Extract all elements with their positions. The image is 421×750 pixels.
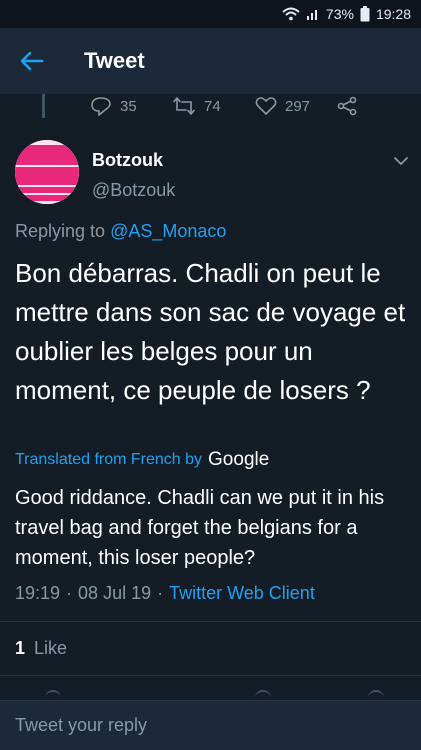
- google-logo: Google: [208, 449, 270, 470]
- replying-mention-link[interactable]: @AS_Monaco: [110, 221, 226, 241]
- tweet-options-button[interactable]: [392, 152, 410, 170]
- heart-icon: [255, 97, 277, 116]
- reply-bar: Tweet your reply: [0, 700, 421, 750]
- battery-icon: [360, 6, 370, 22]
- back-arrow-icon: [20, 51, 44, 71]
- translated-from-text: Translated from French by: [15, 451, 203, 468]
- reply-input[interactable]: Tweet your reply: [15, 715, 147, 736]
- signal-icon: [306, 7, 320, 21]
- replying-prefix: Replying to: [15, 221, 106, 241]
- status-bar: 73% 19:28: [0, 0, 421, 28]
- retweet-button[interactable]: 74: [172, 94, 221, 118]
- page-title: Tweet: [84, 48, 145, 73]
- retweet-icon: [173, 97, 195, 115]
- divider: [0, 621, 421, 622]
- divider: [0, 675, 421, 676]
- tweet-text: Bon débarras. Chadli on peut le mettre d…: [15, 258, 406, 405]
- share-icon: [337, 96, 357, 116]
- meta-separator: ·: [66, 583, 73, 603]
- share-button[interactable]: [337, 94, 357, 118]
- share-icon: [368, 690, 384, 698]
- like-count: 297: [285, 97, 311, 115]
- reply-button[interactable]: 35: [90, 94, 137, 118]
- tweet-meta: 19:19 · 08 Jul 19 · Twitter Web Client: [15, 583, 315, 604]
- heart-icon: [255, 690, 271, 698]
- tweet-date: 08 Jul 19: [78, 583, 152, 603]
- likes-label: Like: [34, 638, 68, 658]
- likes-summary[interactable]: 1 Like: [15, 638, 67, 659]
- replying-to: Replying to @AS_Monaco: [15, 221, 226, 242]
- tweet-client-link[interactable]: Twitter Web Client: [169, 583, 315, 604]
- translation-text: Good riddance. Chadli can we put it in h…: [15, 487, 385, 569]
- reply-count: 35: [120, 97, 137, 115]
- likes-count: 1: [15, 638, 26, 658]
- retweet-count: 74: [204, 97, 221, 115]
- chevron-down-icon: [394, 157, 408, 166]
- battery-percent: 73%: [325, 6, 354, 22]
- back-button[interactable]: [0, 28, 64, 94]
- author-name[interactable]: Botzouk: [92, 150, 163, 171]
- previous-tweet-actions: 35 74 297: [0, 94, 421, 130]
- tweet-time: 19:19: [15, 583, 61, 603]
- app-bar: Tweet: [0, 28, 421, 94]
- reply-icon: [45, 690, 61, 698]
- like-button[interactable]: 297: [255, 94, 310, 118]
- clock: 19:28: [375, 6, 411, 22]
- translation-label[interactable]: Translated from French by Google: [15, 447, 269, 473]
- wifi-icon: [282, 7, 300, 21]
- author-handle[interactable]: @Botzouk: [92, 180, 175, 201]
- reply-icon: [91, 97, 111, 116]
- meta-separator: ·: [157, 583, 164, 603]
- avatar[interactable]: [15, 140, 79, 204]
